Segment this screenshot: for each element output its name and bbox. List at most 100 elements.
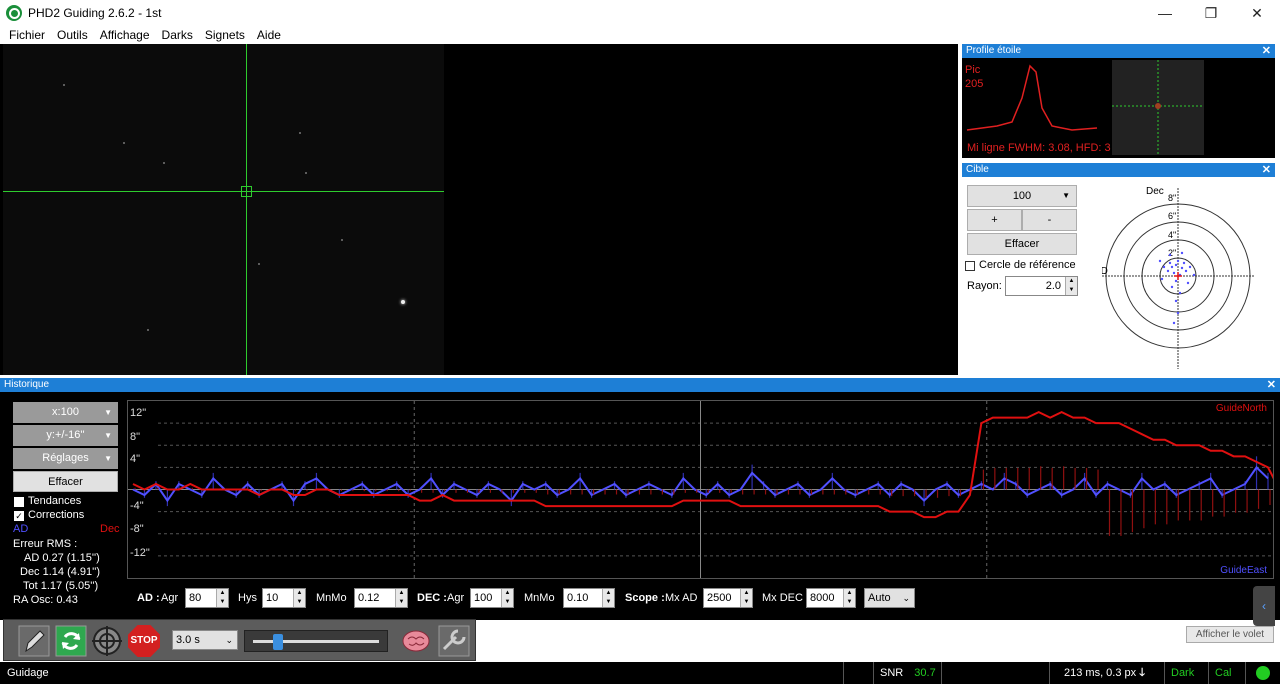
rms-ra: AD 0.27 (1.15'') xyxy=(24,552,100,564)
target-clear-button[interactable]: Effacer xyxy=(967,233,1077,255)
settings-dropdown[interactable]: Réglages ▼ xyxy=(13,448,118,469)
menu-bar: Fichier Outils Affichage Darks Signets A… xyxy=(0,26,1280,44)
show-pane-tooltip: Afficher le volet xyxy=(1186,626,1274,643)
zoom-out-button[interactable]: - xyxy=(1022,209,1077,231)
spin-arrows-icon[interactable]: ▲ ▼ xyxy=(293,589,305,607)
rms-title: Erreur RMS : xyxy=(13,538,78,550)
star xyxy=(341,239,343,241)
history-panel-title: Historique xyxy=(4,379,50,390)
main-toolbar: STOP 3.0 s ⌄ xyxy=(3,619,476,661)
star xyxy=(163,162,165,164)
guide-target-icon[interactable] xyxy=(91,625,123,657)
camera-frame[interactable] xyxy=(3,44,444,375)
slider-thumb[interactable] xyxy=(273,634,284,650)
profile-panel-title: Profile étoile xyxy=(966,45,1022,56)
y-axis-label: -4" xyxy=(130,500,144,512)
camera-connect-icon[interactable] xyxy=(18,625,50,657)
history-panel-header: Historique ✕ xyxy=(0,378,1280,392)
dec-minmove-input[interactable]: 0.10 ▲ ▼ xyxy=(563,588,615,608)
brain-icon[interactable] xyxy=(400,625,432,657)
status-divider xyxy=(843,662,873,684)
dec-mode-dropdown[interactable]: Auto ⌄ xyxy=(864,588,915,608)
trends-checkbox[interactable] xyxy=(14,497,24,507)
restore-button[interactable]: ❐ xyxy=(1188,0,1234,26)
close-icon[interactable]: ✕ xyxy=(1262,163,1271,177)
y-axis-label: -12" xyxy=(130,547,150,559)
exposure-dropdown[interactable]: 3.0 s ⌄ xyxy=(172,630,238,650)
target-scale-value: 100 xyxy=(1012,190,1032,202)
ring-label: 2" xyxy=(1168,248,1176,258)
y-scale-dropdown[interactable]: y:+/-16'' ▼ xyxy=(13,425,118,446)
spin-arrows-icon[interactable]: ▲ ▼ xyxy=(216,589,228,607)
max-dec-duration-input[interactable]: 8000 ▲ ▼ xyxy=(806,588,856,608)
spin-arrows-icon[interactable]: ▲ ▼ xyxy=(1065,277,1077,295)
dec-aggressiveness-input[interactable]: 100 ▲ ▼ xyxy=(470,588,514,608)
ra-oscillation: RA Osc: 0.43 xyxy=(13,594,78,606)
star xyxy=(123,142,125,144)
status-divider xyxy=(941,662,1049,684)
menu-outils[interactable]: Outils xyxy=(51,26,94,44)
ra-aggressiveness-input[interactable]: 80 ▲ ▼ xyxy=(185,588,229,608)
spin-arrows-icon[interactable]: ▲ ▼ xyxy=(740,589,752,607)
menu-darks[interactable]: Darks xyxy=(156,26,199,44)
ring-label: 4" xyxy=(1168,230,1176,240)
target-panel-header: Cible ✕ xyxy=(962,163,1275,177)
hysteresis-label: Hys xyxy=(238,592,257,604)
star-profile-panel: Pic 205 Mi ligne FWHM: 3.08, HFD: 3 xyxy=(962,58,1275,158)
radius-label: Rayon: xyxy=(967,280,1002,292)
max-ra-duration-input[interactable]: 2500 ▲ ▼ xyxy=(703,588,753,608)
window-title: PHD2 Guiding 2.6.2 - 1st xyxy=(28,6,162,20)
guide-east-label: GuideEast xyxy=(1220,565,1267,576)
profile-panel-header: Profile étoile ✕ xyxy=(962,44,1275,58)
crosshair-horizontal xyxy=(3,191,444,192)
guiding-graph[interactable]: 12" 8" 4" -4" -8" -12" GuideNorth GuideE… xyxy=(127,400,1274,579)
connection-cell xyxy=(1245,662,1280,684)
camera-view[interactable] xyxy=(0,44,958,375)
zoom-in-button[interactable]: + xyxy=(967,209,1022,231)
close-icon[interactable]: ✕ xyxy=(1262,44,1271,58)
x-scale-dropdown[interactable]: x:100 ▼ xyxy=(13,402,118,423)
menu-affichage[interactable]: Affichage xyxy=(94,26,156,44)
close-icon[interactable]: ✕ xyxy=(1267,378,1276,392)
star xyxy=(305,172,307,174)
dec-minmove-label: MnMo xyxy=(524,592,555,604)
radius-input[interactable]: 2.0 ▲ ▼ xyxy=(1005,276,1078,296)
menu-aide[interactable]: Aide xyxy=(251,26,287,44)
loop-exposure-icon[interactable] xyxy=(55,625,87,657)
close-button[interactable]: ✕ xyxy=(1234,0,1280,26)
spin-arrows-icon[interactable]: ▲ ▼ xyxy=(843,589,855,607)
stop-button[interactable]: STOP xyxy=(128,625,160,657)
lock-position-box xyxy=(241,186,252,197)
hysteresis-input[interactable]: 10 ▲ ▼ xyxy=(262,588,306,608)
max-dec-label: Mx DEC xyxy=(762,592,803,604)
gamma-slider[interactable] xyxy=(244,630,388,652)
ra-minmove-label: MnMo xyxy=(316,592,347,604)
settings-label: Réglages xyxy=(42,452,89,464)
corrections-checkbox[interactable]: ✓ xyxy=(14,511,24,521)
status-bar: Guidage SNR 30.7 213 ms, 0.3 px 🡓 Dark C… xyxy=(0,662,1280,684)
guide-star[interactable] xyxy=(401,300,405,304)
chevron-down-icon: ▼ xyxy=(104,408,112,417)
menu-fichier[interactable]: Fichier xyxy=(0,26,51,44)
y-scale-value: y:+/-16'' xyxy=(46,429,85,441)
ra-agr-value: 80 xyxy=(189,592,202,604)
ra-minmove-input[interactable]: 0.12 ▲ ▼ xyxy=(354,588,408,608)
spin-arrows-icon[interactable]: ▲ ▼ xyxy=(501,589,513,607)
y-axis-label: 8" xyxy=(130,431,141,443)
menu-signets[interactable]: Signets xyxy=(199,26,251,44)
corrections-label: Corrections xyxy=(28,509,85,521)
expand-pane-button[interactable]: ‹ xyxy=(1253,586,1275,626)
minimize-button[interactable]: — xyxy=(1142,0,1188,26)
fwhm-readout: Mi ligne FWHM: 3.08, HFD: 3 xyxy=(967,142,1111,154)
max-ra-label: Mx AD xyxy=(665,592,698,604)
rms-total: Tot 1.17 (5.05'') xyxy=(23,580,99,592)
history-clear-button[interactable]: Effacer xyxy=(13,471,118,492)
equipment-wrench-icon[interactable] xyxy=(438,625,470,657)
y-axis-label: 4" xyxy=(130,453,141,465)
ring-label: 6" xyxy=(1168,211,1176,221)
max-dec-value: 8000 xyxy=(810,592,835,604)
target-scale-dropdown[interactable]: 100 ▼ xyxy=(967,185,1077,207)
reference-circle-checkbox[interactable] xyxy=(965,261,975,271)
spin-arrows-icon[interactable]: ▲ ▼ xyxy=(395,589,407,607)
spin-arrows-icon[interactable]: ▲ ▼ xyxy=(602,589,614,607)
